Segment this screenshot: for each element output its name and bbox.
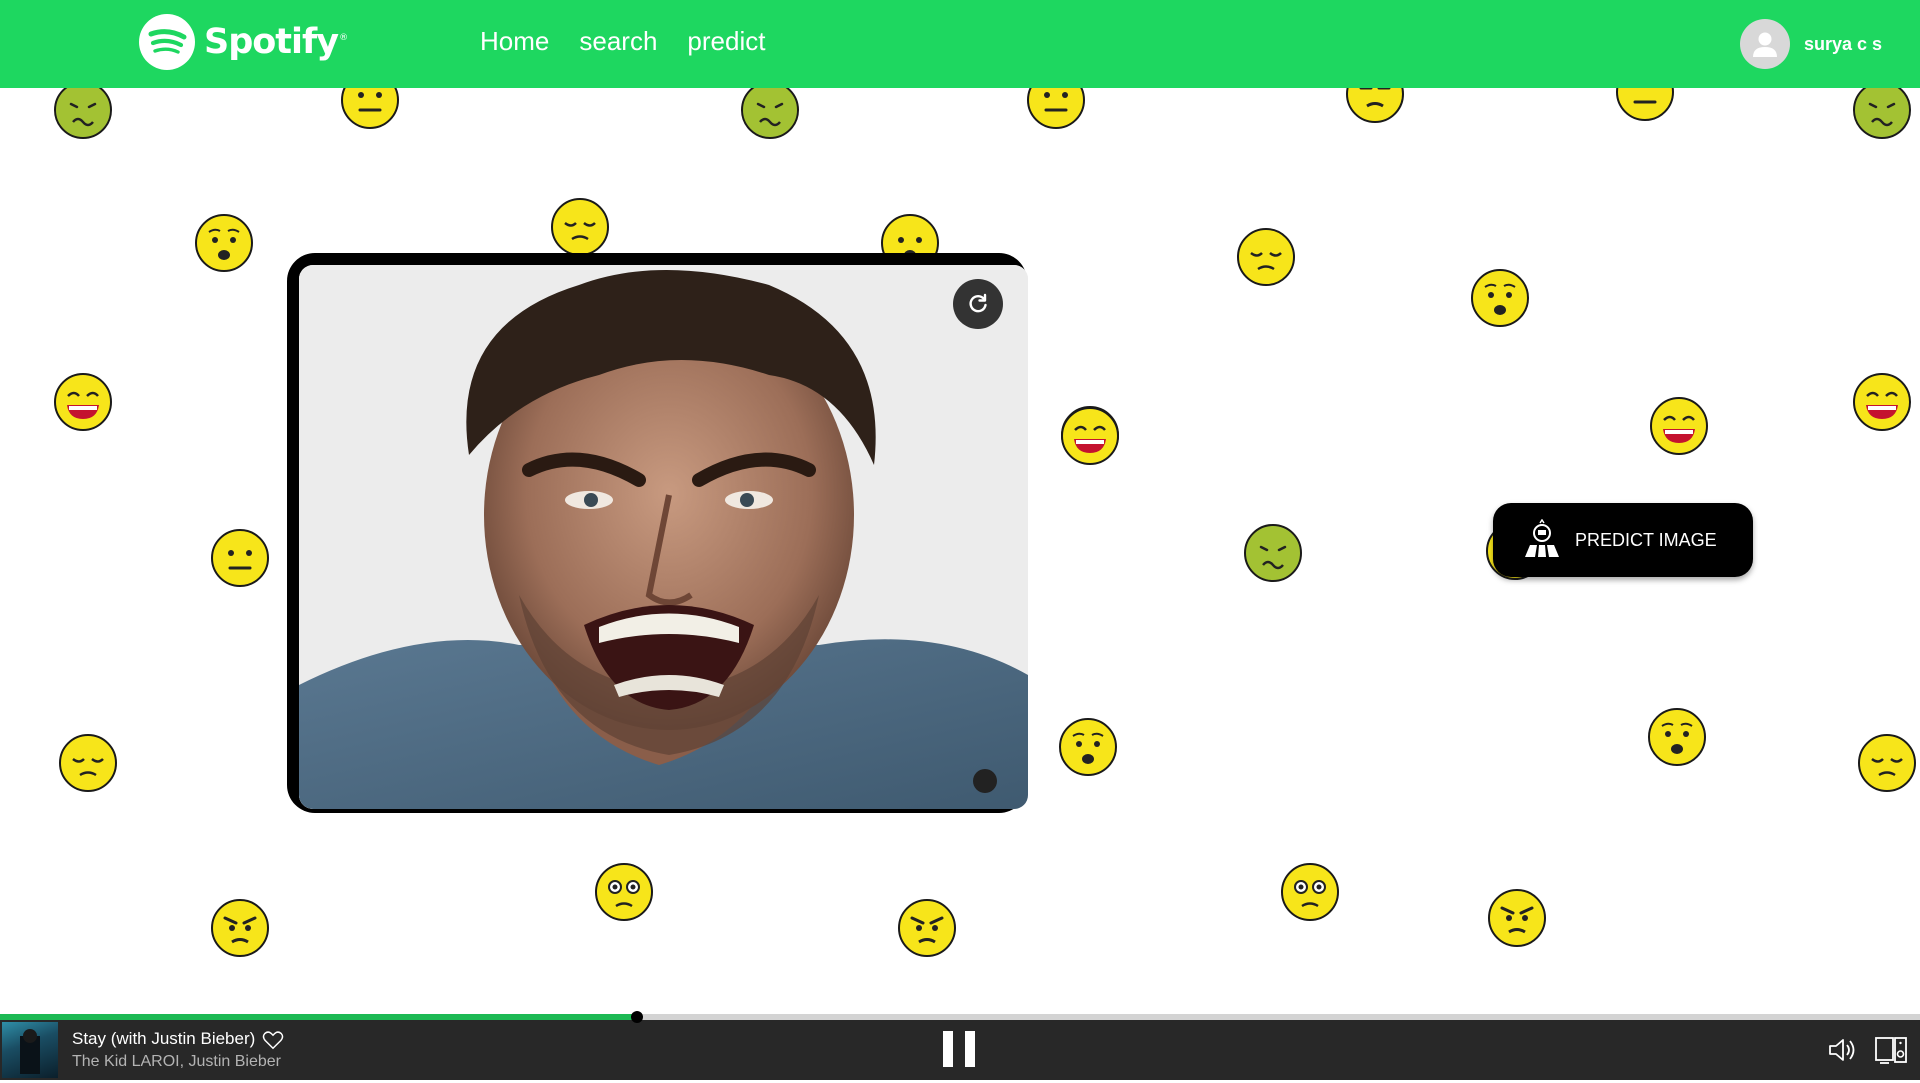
user-name: surya c s bbox=[1803, 33, 1882, 54]
grinning-face-icon bbox=[1650, 397, 1708, 455]
heart-icon[interactable] bbox=[262, 1029, 284, 1051]
top-navbar: Spotify® Home search predict surya c s bbox=[0, 0, 1920, 88]
spotify-icon bbox=[139, 14, 195, 70]
angry-face-icon bbox=[1488, 889, 1546, 947]
nauseated-face-icon bbox=[741, 81, 799, 139]
track-title[interactable]: Stay (with Justin Bieber) bbox=[72, 1029, 255, 1049]
relieved-face-icon bbox=[1858, 734, 1916, 792]
player-bar: Stay (with Justin Bieber) The Kid LAROI,… bbox=[0, 1020, 1920, 1080]
refresh-icon bbox=[969, 293, 987, 313]
brand-name: Spotify® bbox=[204, 22, 348, 62]
volume-icon[interactable] bbox=[1827, 1036, 1859, 1064]
image-preview-frame bbox=[287, 253, 1028, 813]
devices-icon[interactable] bbox=[1874, 1035, 1908, 1065]
nav-home[interactable]: Home bbox=[480, 26, 549, 57]
grinning-face-icon bbox=[1853, 373, 1911, 431]
flushed-face-icon bbox=[595, 863, 653, 921]
flushed-face-icon bbox=[1281, 863, 1339, 921]
angry-man-photo-icon bbox=[299, 265, 1028, 809]
spotify-logo[interactable]: Spotify® bbox=[138, 13, 348, 71]
nauseated-face-icon bbox=[54, 81, 112, 139]
avatar[interactable] bbox=[1739, 19, 1790, 69]
image-indicator-dot bbox=[973, 769, 997, 793]
relieved-face-icon bbox=[59, 734, 117, 792]
predict-button-label: PREDICT IMAGE bbox=[1575, 529, 1717, 550]
user-menu[interactable]: surya c s bbox=[1739, 19, 1882, 69]
pause-bar-left bbox=[943, 1031, 953, 1067]
grinning-face-icon bbox=[1061, 407, 1119, 465]
angry-face-icon bbox=[898, 899, 956, 957]
album-art-icon bbox=[20, 1029, 40, 1074]
nauseated-face-icon bbox=[1853, 81, 1911, 139]
angry-face-icon bbox=[211, 899, 269, 957]
main-nav: Home search predict bbox=[480, 26, 765, 57]
nav-predict[interactable]: predict bbox=[687, 26, 765, 57]
nauseated-face-icon bbox=[1244, 524, 1302, 582]
relieved-face-icon bbox=[551, 198, 609, 256]
hushed-face-icon bbox=[1648, 708, 1706, 766]
nav-search[interactable]: search bbox=[579, 26, 657, 57]
grinning-face-icon bbox=[54, 373, 112, 431]
progress-fill bbox=[0, 1014, 638, 1020]
playback-progress-bar[interactable] bbox=[0, 1011, 1920, 1023]
predict-image-button[interactable]: PREDICT IMAGE bbox=[1493, 503, 1753, 577]
track-artist[interactable]: The Kid LAROI, Justin Bieber bbox=[72, 1053, 281, 1071]
neutral-face-icon bbox=[211, 529, 269, 587]
pause-button[interactable] bbox=[943, 1031, 977, 1067]
uploaded-image bbox=[299, 265, 1028, 809]
album-cover[interactable] bbox=[2, 1022, 58, 1078]
user-icon bbox=[1752, 32, 1777, 57]
reload-button[interactable] bbox=[953, 279, 1003, 329]
pause-bar-right bbox=[965, 1031, 975, 1067]
robot-icon bbox=[1525, 519, 1559, 557]
hushed-face-icon bbox=[1059, 718, 1117, 776]
hushed-face-icon bbox=[1471, 269, 1529, 327]
relieved-face-icon bbox=[1237, 228, 1295, 286]
hushed-face-icon bbox=[195, 214, 253, 272]
